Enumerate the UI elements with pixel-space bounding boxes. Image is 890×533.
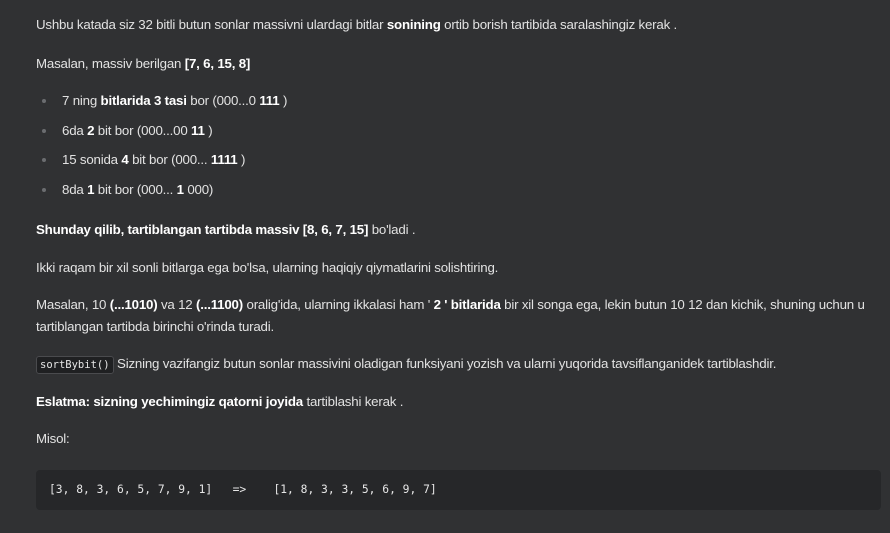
list-item: 8da 1 bit bor (000... 1 000) [36, 179, 287, 209]
bullet-icon [42, 99, 46, 103]
example-text: Masalan, massiv berilgan [36, 56, 185, 71]
tie-example-paragraph: Masalan, 10 (...1010) va 12 (...1100) or… [36, 297, 865, 334]
list-item: 7 ning bitlarida 3 tasi bor (000...0 111… [36, 90, 287, 120]
function-name-code: sortBybit() [36, 356, 114, 374]
note-bold: Eslatma: sizning yechimingiz qatorni joy… [36, 394, 303, 409]
bullet-icon [42, 158, 46, 162]
task-paragraph: sortBybit() Sizning vazifangiz butun son… [36, 353, 776, 376]
code-example-block: [3, 8, 3, 6, 5, 7, 9, 1] => [1, 8, 3, 3,… [36, 470, 881, 510]
note-paragraph: Eslatma: sizning yechimingiz qatorni joy… [36, 394, 404, 409]
misol-label: Misol: [36, 431, 70, 446]
example-array: [7, 6, 15, 8] [184, 56, 251, 71]
sorted-result-paragraph: Shunday qilib, tartiblangan tartibda mas… [36, 222, 416, 237]
example-paragraph: Masalan, massiv berilgan [7, 6, 15, 8] [36, 53, 250, 75]
tie-rule-paragraph: Ikki raqam bir xil sonli bitlarga ega bo… [36, 260, 499, 275]
bullet-icon [42, 128, 46, 133]
intro-paragraph: Ushbu katada siz 32 bitli butun sonlar m… [36, 14, 677, 36]
code-example-text: [3, 8, 3, 6, 5, 7, 9, 1] => [1, 8, 3, 3,… [49, 483, 437, 496]
intro-text-end: ortib borish tartibida saralashingiz ker… [440, 17, 678, 32]
intro-text: Ushbu katada siz 32 bitli butun sonlar m… [36, 17, 387, 32]
bit-count-list: 7 ning bitlarida 3 tasi bor (000...0 111… [36, 90, 287, 208]
intro-bold: sonining [386, 17, 441, 32]
list-item: 6da 2 bit bor (000...00 11 ) [36, 120, 287, 150]
sorted-result-bold: Shunday qilib, tartiblangan tartibda mas… [36, 222, 369, 237]
list-item: 15 sonida 4 bit bor (000... 1111 ) [36, 149, 287, 179]
bullet-icon [42, 187, 46, 192]
